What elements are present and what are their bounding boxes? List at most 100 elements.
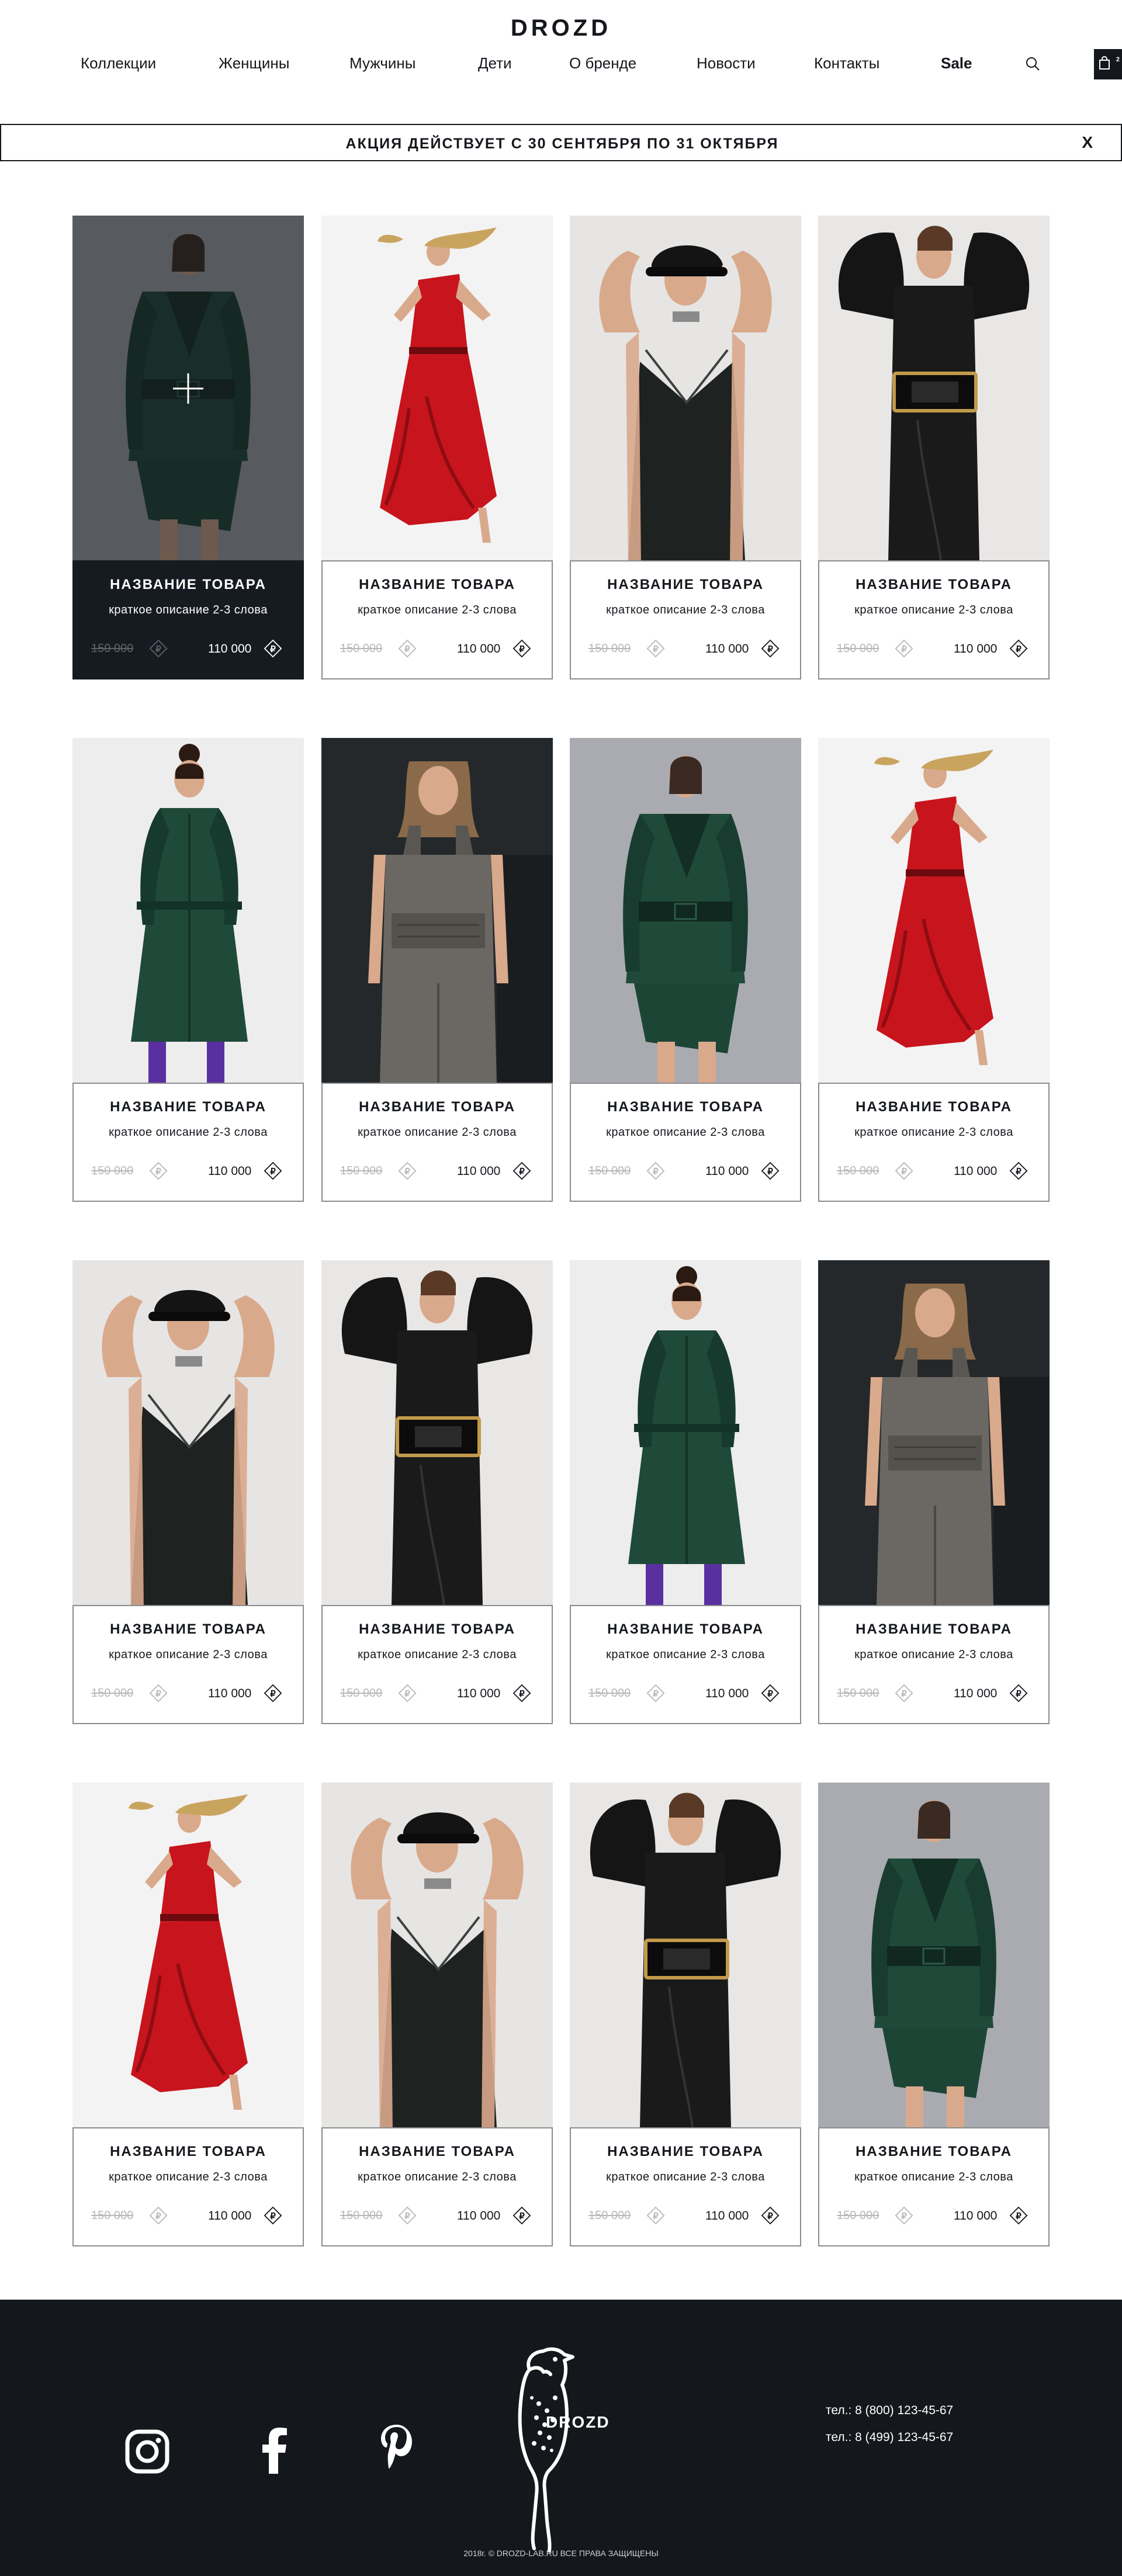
product-photo-green-leather-trench-coat [570,1260,801,1605]
product-image[interactable] [818,1783,1050,2127]
current-price: 110 000 [705,2209,749,2223]
ruble-icon: ₽ [512,2206,531,2225]
product-photo-black-leather-slip-dress-cap [570,216,801,560]
product-image[interactable] [321,1783,553,2127]
pinterest-icon[interactable] [379,2424,414,2470]
product-image[interactable] [818,216,1050,560]
product-image[interactable] [72,738,304,1083]
product-card[interactable]: НАЗВАНИЕ ТОВАРА краткое описание 2-3 слов… [321,738,553,1202]
nav-item-contacts[interactable]: Контакты [814,54,879,72]
ruble-icon: ₽ [149,1684,168,1703]
svg-text:₽: ₽ [1016,644,1021,654]
svg-text:₽: ₽ [653,2211,659,2221]
old-price: 150 000 [837,1687,879,1700]
product-card[interactable]: НАЗВАНИЕ ТОВАРА краткое описание 2-3 слов… [72,1783,304,2246]
product-card[interactable]: НАЗВАНИЕ ТОВАРА краткое описание 2-3 слов… [818,1783,1050,2246]
product-title[interactable]: НАЗВАНИЕ ТОВАРА [74,1099,303,1115]
product-title[interactable]: НАЗВАНИЕ ТОВАРА [323,577,552,593]
product-card[interactable]: НАЗВАНИЕ ТОВАРА краткое описание 2-3 слов… [321,216,553,679]
nav-item-women[interactable]: Женщины [219,54,289,72]
product-title[interactable]: НАЗВАНИЕ ТОВАРА [819,1099,1048,1115]
product-card[interactable]: НАЗВАНИЕ ТОВАРА краткое описание 2-3 слов… [818,738,1050,1202]
ruble-icon: ₽ [149,1162,168,1180]
product-info: НАЗВАНИЕ ТОВАРА краткое описание 2-3 слов… [321,560,553,679]
product-title[interactable]: НАЗВАНИЕ ТОВАРА [819,1621,1048,1638]
product-image[interactable] [72,1260,304,1605]
current-price: 110 000 [457,1164,501,1178]
shopping-bag-icon [1099,56,1110,70]
current-price: 110 000 [705,1687,749,1700]
product-title[interactable]: НАЗВАНИЕ ТОВАРА [74,1621,303,1638]
old-price: 150 000 [340,1164,383,1177]
product-card[interactable]: НАЗВАНИЕ ТОВАРА краткое описание 2-3 слов… [570,1260,801,1724]
svg-text:₽: ₽ [767,644,773,654]
product-card[interactable]: НАЗВАНИЕ ТОВАРА краткое описание 2-3 слов… [570,738,801,1202]
old-price: 150 000 [340,642,383,655]
svg-text:₽: ₽ [1016,2211,1021,2221]
instagram-icon[interactable] [125,2429,169,2474]
product-image[interactable] [570,1783,801,2127]
product-image[interactable] [570,216,801,560]
cart-button[interactable]: 2 [1094,49,1122,79]
nav-item-kids[interactable]: Дети [478,54,512,72]
footer-logo-text[interactable]: DROZD [546,2413,610,2432]
product-image[interactable] [818,738,1050,1083]
product-card[interactable]: НАЗВАНИЕ ТОВАРА краткое описание 2-3 слов… [818,216,1050,679]
product-info: НАЗВАНИЕ ТОВАРА краткое описание 2-3 слов… [321,1605,553,1724]
product-card[interactable]: НАЗВАНИЕ ТОВАРА краткое описание 2-3 слов… [72,216,304,679]
current-price: 110 000 [457,1687,501,1700]
product-card[interactable]: НАЗВАНИЕ ТОВАРА краткое описание 2-3 слов… [570,216,801,679]
product-image[interactable] [72,216,304,560]
nav-item-men[interactable]: Мужчины [349,54,415,72]
product-title[interactable]: НАЗВАНИЕ ТОВАРА [819,2144,1048,2160]
product-image[interactable] [321,738,553,1083]
product-title[interactable]: НАЗВАНИЕ ТОВАРА [571,577,800,593]
product-image[interactable] [570,738,801,1083]
current-price: 110 000 [208,2209,252,2223]
product-card[interactable]: НАЗВАНИЕ ТОВАРА краткое описание 2-3 слов… [72,738,304,1202]
product-image[interactable] [570,1260,801,1605]
product-image[interactable] [818,1260,1050,1605]
product-image[interactable] [321,1260,553,1605]
product-image[interactable] [321,216,553,560]
product-card[interactable]: НАЗВАНИЕ ТОВАРА краткое описание 2-3 слов… [321,1783,553,2246]
site-header: DROZD Коллекции Женщины Мужчины Дети О б… [0,0,1122,111]
product-title[interactable]: НАЗВАНИЕ ТОВАРА [571,2144,800,2160]
product-title[interactable]: НАЗВАНИЕ ТОВАРА [74,577,303,593]
product-description: краткое описание 2-3 слова [606,1648,765,1661]
product-title[interactable]: НАЗВАНИЕ ТОВАРА [323,1099,552,1115]
product-card[interactable]: НАЗВАНИЕ ТОВАРА краткое описание 2-3 слов… [72,1260,304,1724]
product-title[interactable]: НАЗВАНИЕ ТОВАРА [323,1621,552,1638]
product-image[interactable] [72,1783,304,2127]
product-card[interactable]: НАЗВАНИЕ ТОВАРА краткое описание 2-3 слов… [570,1783,801,2246]
svg-text:₽: ₽ [653,644,659,654]
nav-item-about[interactable]: О бренде [569,54,636,72]
current-price: 110 000 [954,642,998,656]
nav-item-news[interactable]: Новости [697,54,756,72]
product-photo-green-leather-jacket-skirt [570,738,801,1083]
product-photo-green-leather-jacket-skirt [818,1783,1050,2127]
ruble-icon: ₽ [646,2206,665,2225]
product-photo-red-leather-dress [818,738,1050,1083]
product-info: НАЗВАНИЕ ТОВАРА краткое описание 2-3 слов… [818,560,1050,679]
nav-item-collections[interactable]: Коллекции [81,54,156,72]
product-info: НАЗВАНИЕ ТОВАРА краткое описание 2-3 слов… [818,1083,1050,1202]
phone-1[interactable]: тел.: 8 (800) 123-45-67 [826,2404,953,2418]
product-info: НАЗВАНИЕ ТОВАРА краткое описание 2-3 слов… [72,1605,304,1724]
plus-icon[interactable] [171,371,206,406]
ruble-icon: ₽ [761,639,780,658]
product-title[interactable]: НАЗВАНИЕ ТОВАРА [819,577,1048,593]
facebook-icon[interactable] [262,2427,288,2474]
brand-logo[interactable]: DROZD [0,15,1122,41]
product-title[interactable]: НАЗВАНИЕ ТОВАРА [74,2144,303,2160]
product-title[interactable]: НАЗВАНИЕ ТОВАРА [571,1099,800,1115]
product-title[interactable]: НАЗВАНИЕ ТОВАРА [323,2144,552,2160]
phone-2[interactable]: тел.: 8 (499) 123-45-67 [826,2431,953,2445]
product-card[interactable]: НАЗВАНИЕ ТОВАРА краткое описание 2-3 слов… [321,1260,553,1724]
nav-item-sale[interactable]: Sale [941,54,972,72]
product-card[interactable]: НАЗВАНИЕ ТОВАРА краткое описание 2-3 слов… [818,1260,1050,1724]
search-icon[interactable] [1025,56,1040,71]
promo-close-button[interactable]: X [1082,133,1093,152]
product-title[interactable]: НАЗВАНИЕ ТОВАРА [571,1621,800,1638]
current-price: 110 000 [954,1164,998,1178]
